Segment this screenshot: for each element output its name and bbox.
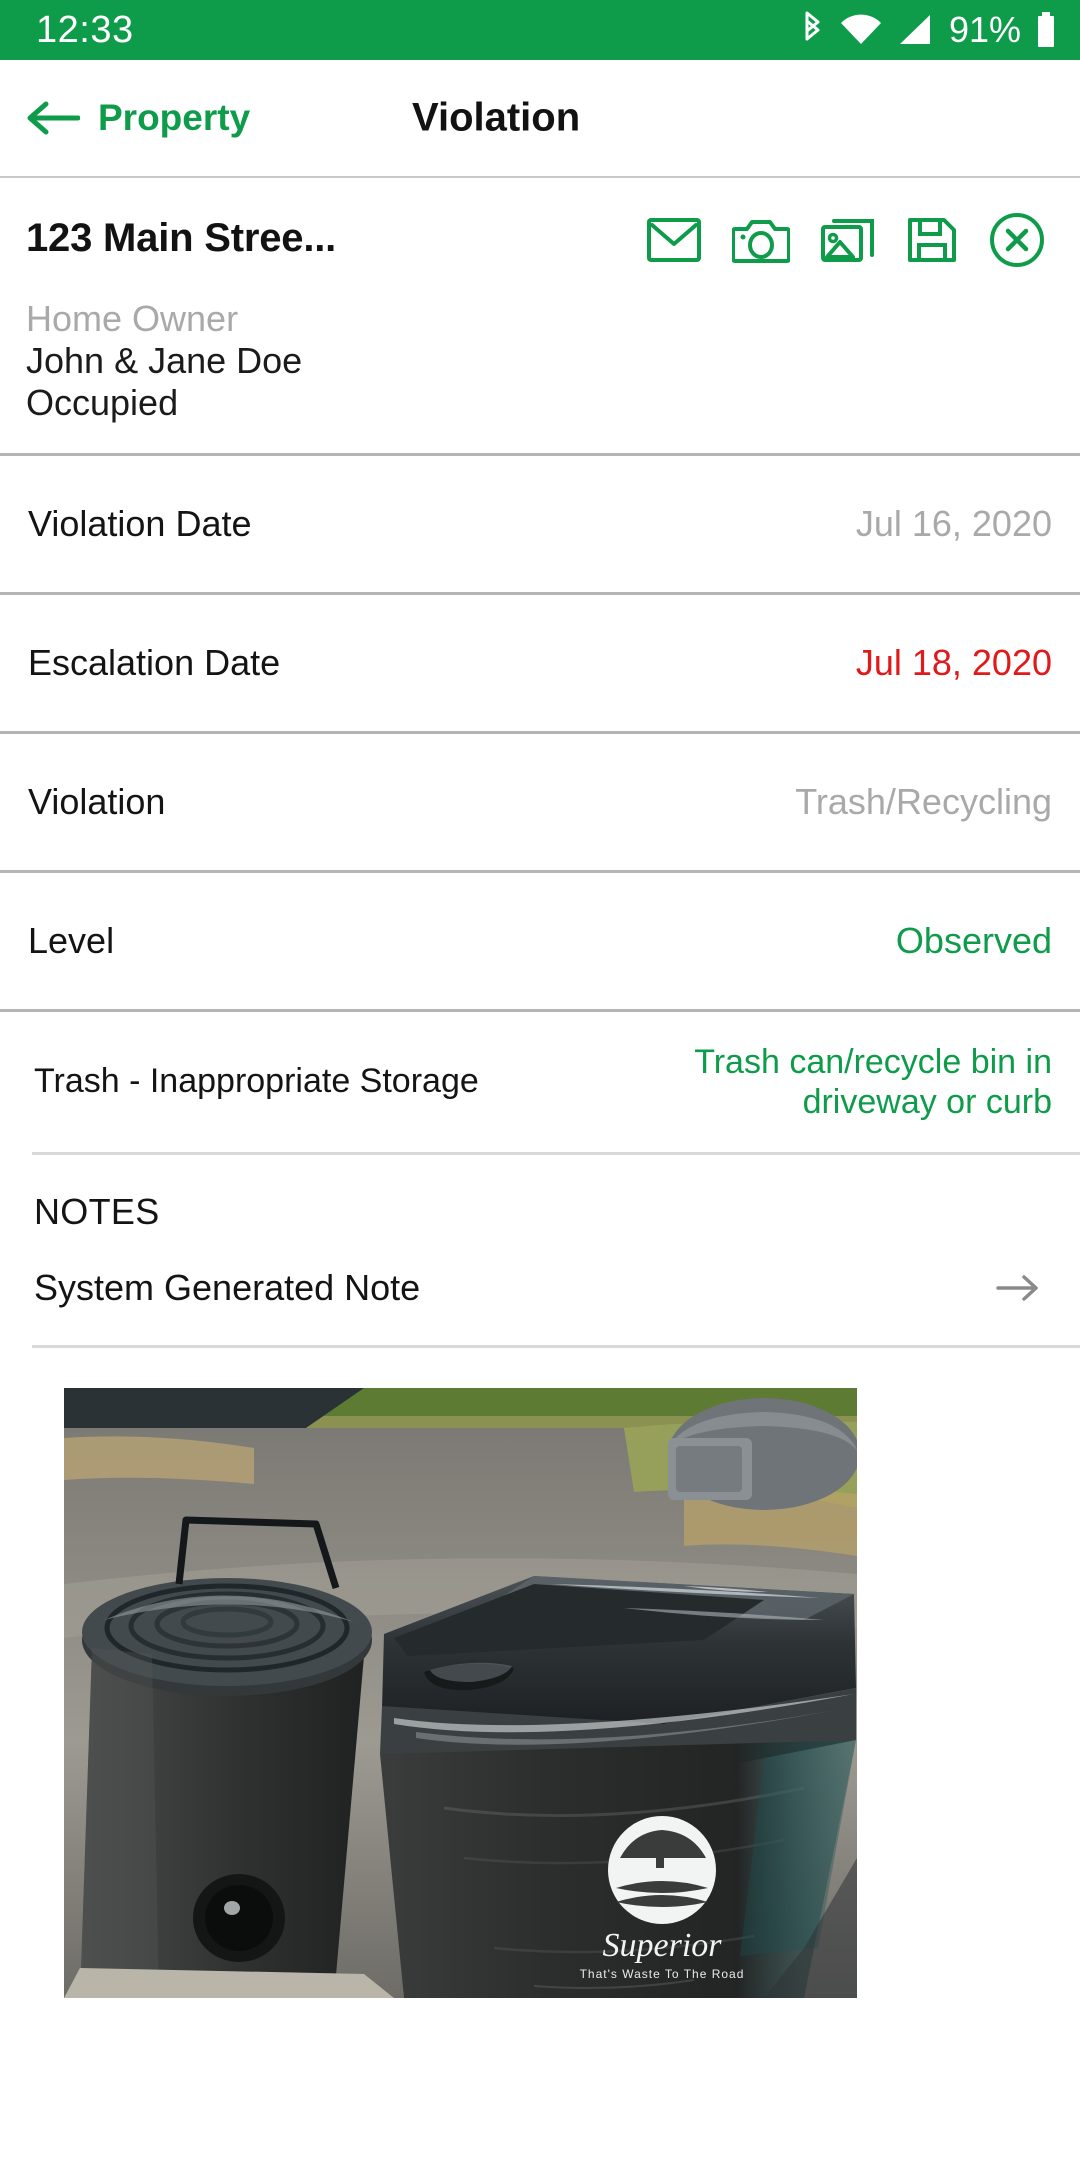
svg-text:That's Waste To The Road: That's Waste To The Road [580,1967,745,1981]
cellular-signal-icon [896,13,934,47]
row-value: Jul 16, 2020 [855,502,1052,544]
row-label: Level [28,919,115,961]
save-icon[interactable] [906,215,958,265]
bluetooth-icon [800,11,826,49]
battery-percent-label: 91% [948,9,1021,50]
status-bar: 12:33 91% [0,0,1080,60]
row-violation-date[interactable]: Violation Date Jul 16, 2020 [0,456,1080,592]
row-label: Violation [28,780,166,822]
home-owner-name: John & Jane Doe [26,339,303,381]
row-escalation-date[interactable]: Escalation Date Jul 18, 2020 [0,595,1080,731]
rule-value: Trash can/recycle bin in driveway or cur… [694,1042,1052,1121]
row-level[interactable]: Level Observed [0,873,1080,1009]
action-toolbar [646,204,1054,268]
app-screen: 12:33 91% Property Violation 123 Main St… [0,0,1080,2160]
back-arrow-icon [27,101,80,135]
arrow-right-icon [996,1275,1038,1301]
email-icon[interactable] [646,215,702,265]
battery-icon [1034,11,1058,49]
row-value: Trash/Recycling [795,780,1052,822]
rule-label: Trash - Inappropriate Storage [34,1062,479,1101]
svg-text:Superior: Superior [603,1927,723,1964]
back-button-label: Property [98,97,251,138]
status-bar-clock: 12:33 [36,9,134,51]
row-value: Observed [895,919,1052,961]
page-title: Violation [412,95,581,140]
note-item-label: System Generated Note [34,1266,421,1308]
notes-section-title: NOTES [34,1190,160,1232]
violation-photo[interactable]: Superior That's Waste To The Road [64,1387,857,1998]
app-bar: Property Violation [0,60,1080,178]
status-bar-icons: 91% [800,11,1058,49]
occupancy-status: Occupied [26,382,179,424]
property-header-row: 123 Main Stree... [26,204,1054,268]
back-button[interactable]: Property [0,97,250,139]
row-label: Escalation Date [28,641,281,683]
gallery-icon[interactable] [820,215,876,265]
row-label: Violation Date [28,502,252,544]
violation-photo-container: Superior That's Waste To The Road [0,1348,1080,1998]
wifi-icon [839,13,883,47]
home-owner-label: Home Owner [26,298,239,339]
property-address[interactable]: 123 Main Stree... [26,204,336,261]
close-icon[interactable] [988,212,1046,268]
row-violation-type[interactable]: Violation Trash/Recycling [0,734,1080,870]
note-item-system-generated[interactable]: System Generated Note [0,1233,1080,1345]
row-trash-inappropriate-storage[interactable]: Trash - Inappropriate Storage Trash can/… [0,1012,1080,1152]
property-summary: 123 Main Stree... Home Owner John & Jane… [0,178,1080,453]
camera-icon[interactable] [732,215,790,265]
row-value: Jul 18, 2020 [855,641,1052,683]
